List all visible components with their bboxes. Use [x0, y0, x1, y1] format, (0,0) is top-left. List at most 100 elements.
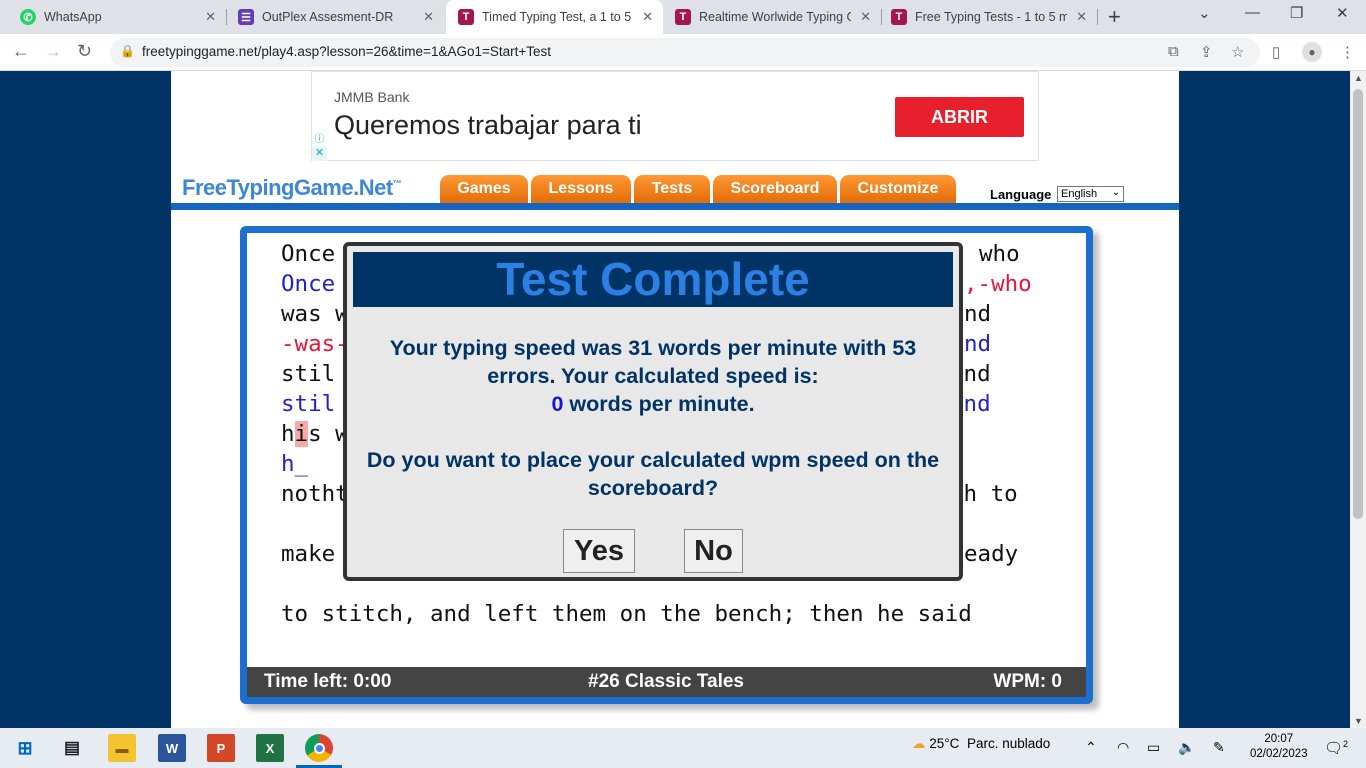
speed-message: Your typing speed was 31 words per minut… [389, 336, 917, 388]
yes-button[interactable]: Yes [563, 529, 635, 573]
close-tab-icon[interactable]: ✕ [860, 9, 871, 25]
task-view-icon[interactable]: ▤ [58, 734, 86, 762]
nav-games[interactable]: Games [440, 175, 528, 203]
weather-temp: 25°C [929, 736, 960, 751]
forms-icon: ☰ [238, 9, 254, 25]
logo-text: FreeTypingGame.Net [182, 175, 393, 200]
dialog-title: Test Complete [353, 252, 953, 307]
tab-whatsapp[interactable]: ✆ WhatsApp ✕ [0, 0, 226, 34]
tab-realtime-typing[interactable]: T Realtime Worlwide Typing Ga ✕ [663, 0, 881, 34]
logo-trademark: ™ [392, 178, 402, 189]
test-complete-dialog: Test Complete Your typing speed was 31 w… [343, 242, 963, 581]
chrome-icon[interactable] [305, 734, 333, 762]
close-tab-icon[interactable]: ✕ [642, 9, 653, 25]
ad-info-icon[interactable]: ⓘ [312, 130, 327, 145]
close-tab-icon[interactable]: ✕ [205, 9, 216, 25]
game-status-bar: Time left: 0:00 #26 Classic Tales WPM: 0 [247, 667, 1086, 697]
page-scrollbar[interactable]: ▲ ▼ [1350, 71, 1366, 728]
windows-start-icon[interactable]: ⊞ [11, 734, 39, 762]
powerpoint-icon[interactable]: P [207, 734, 235, 762]
url-text[interactable]: freetypinggame.net/play4.asp?lesson=26&t… [142, 44, 551, 59]
weather-widget[interactable]: ☁ 25°C Parc. nublado [912, 736, 1050, 752]
ad-close-icon[interactable]: ✕ [312, 146, 327, 161]
tab-free-typing-tests[interactable]: T Free Typing Tests - 1 to 5 min ✕ [881, 0, 1097, 34]
share-icon[interactable]: ⇪ [1200, 43, 1213, 61]
ad-banner[interactable]: JMMB Bank Queremos trabajar para ti ABRI… [311, 71, 1039, 161]
typed-line: Once [281, 271, 336, 297]
source-line: Once [281, 241, 336, 267]
ad-headline[interactable]: Queremos trabajar para ti [334, 110, 642, 141]
address-bar[interactable]: 🔒 freetypinggame.net/play4.asp?lesson=26… [110, 38, 1260, 67]
wpm-readout: WPM: 0 [993, 671, 1062, 692]
typing-icon: T [891, 9, 907, 25]
close-window-button[interactable]: ✕ [1336, 4, 1349, 22]
word-icon[interactable]: W [158, 734, 186, 762]
whatsapp-icon: ✆ [20, 9, 36, 25]
tab-title: Free Typing Tests - 1 to 5 min [915, 10, 1067, 24]
minimize-button[interactable]: — [1245, 4, 1260, 21]
source-line-right: who [979, 241, 1020, 267]
tray-chevron-up-icon[interactable]: ⌃ [1085, 739, 1097, 756]
notifications-icon[interactable]: 🗨2 [1324, 739, 1348, 757]
tab-search-icon[interactable]: ⌄ [1198, 4, 1211, 22]
volume-icon[interactable]: 🔈 [1178, 739, 1195, 756]
scroll-down-icon[interactable]: ▼ [1354, 716, 1363, 726]
back-button[interactable]: ← [12, 41, 30, 62]
browser-toolbar: ← → ↻ 🔒 freetypinggame.net/play4.asp?les… [0, 34, 1366, 71]
nav-tests[interactable]: Tests [634, 175, 710, 203]
ad-advertiser: JMMB Bank [334, 89, 410, 105]
notification-count: 2 [1343, 739, 1349, 749]
bookmark-star-icon[interactable]: ☆ [1231, 43, 1244, 61]
lesson-name: #26 Classic Tales [588, 671, 744, 692]
time-left: Time left: 0:00 [264, 671, 392, 692]
system-clock[interactable]: 20:07 02/02/2023 [1250, 732, 1308, 762]
menu-dots-icon[interactable]: ⋮ [1340, 43, 1355, 61]
weather-desc: Parc. nublado [966, 736, 1051, 751]
language-label: Language [990, 187, 1052, 202]
nav-divider [171, 203, 1179, 210]
translate-icon[interactable]: ⧉ [1168, 43, 1179, 60]
source-line: to stitch, and left them on the bench; t… [281, 601, 972, 627]
close-tab-icon[interactable]: ✕ [1076, 9, 1087, 25]
lock-icon[interactable]: 🔒 [120, 44, 135, 58]
nav-lessons[interactable]: Lessons [531, 175, 631, 203]
source-line: make [281, 541, 336, 567]
excel-icon[interactable]: X [256, 734, 284, 762]
language-select[interactable]: English ⌄ [1057, 186, 1124, 202]
forward-button[interactable]: → [44, 41, 62, 62]
typed-line-right: nd [964, 331, 992, 357]
nav-customize[interactable]: Customize [840, 175, 956, 203]
language-value: English [1061, 188, 1098, 200]
scroll-thumb[interactable] [1353, 89, 1363, 519]
source-line: stil [281, 361, 336, 387]
battery-icon[interactable]: ▭ [1147, 739, 1160, 756]
typing-icon: T [675, 9, 691, 25]
restore-button[interactable]: ❐ [1290, 4, 1303, 22]
new-tab-button[interactable]: + [1108, 4, 1121, 30]
close-tab-icon[interactable]: ✕ [423, 9, 434, 25]
wpm-suffix: words per minute. [563, 392, 755, 416]
weather-cloud-icon: ☁ [912, 736, 926, 751]
tab-timed-typing-test[interactable]: T Timed Typing Test, a 1 to 5 m ✕ [446, 0, 663, 34]
scroll-up-icon[interactable]: ▲ [1354, 73, 1363, 83]
no-button[interactable]: No [684, 529, 743, 573]
typed-line: h_ [281, 451, 309, 477]
tab-strip: ✆ WhatsApp ✕ ☰ OutPlex Assesment-DR ✕ T … [0, 0, 1366, 34]
side-panel-icon[interactable]: ▯ [1272, 43, 1280, 61]
reload-button[interactable]: ↻ [77, 41, 92, 62]
current-char: i [294, 421, 309, 447]
site-logo[interactable]: FreeTypingGame.Net™ [182, 175, 402, 201]
network-icon[interactable]: ◠ [1117, 739, 1129, 756]
source-line: was w [281, 301, 349, 327]
nav-scoreboard[interactable]: Scoreboard [713, 175, 837, 203]
calculated-wpm: 0 [551, 392, 564, 416]
profile-avatar[interactable]: ● [1302, 42, 1322, 62]
ad-open-button[interactable]: ABRIR [895, 97, 1024, 137]
file-explorer-icon[interactable]: ▬ [108, 734, 136, 762]
tab-title: WhatsApp [44, 10, 102, 24]
tab-title: OutPlex Assesment-DR [262, 10, 394, 24]
pen-icon[interactable]: ✎ [1213, 739, 1225, 756]
source-line-right: nd [964, 301, 992, 327]
chevron-down-icon: ⌄ [1111, 187, 1120, 198]
tab-outplex[interactable]: ☰ OutPlex Assesment-DR ✕ [218, 0, 444, 34]
